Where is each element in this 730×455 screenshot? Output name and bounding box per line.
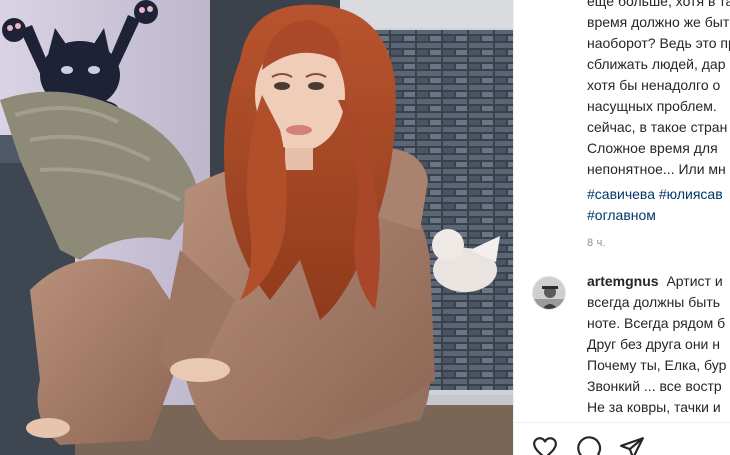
post-actions-bar: [514, 422, 730, 455]
comment-line: ноте. Всегда рядом б: [587, 315, 726, 331]
comment-line: Друг без друга они н: [587, 336, 720, 352]
post-caption: ещё больше, хотя в такое время должно же…: [587, 0, 730, 180]
post-side-panel: ещё больше, хотя в такое время должно же…: [513, 0, 730, 455]
post-image: [0, 0, 513, 455]
comment-line: Почему ты, Елка, бур: [587, 357, 727, 373]
caption-line: время должно же быть: [587, 14, 730, 30]
caption-line: непонятное... Или мн: [587, 161, 726, 177]
comment-line: Не за ковры, тачки и: [587, 399, 721, 415]
comment-username[interactable]: artemgnus: [587, 273, 659, 289]
caption-line: сейчас, в такое стран: [587, 119, 728, 135]
paper-plane-icon: [619, 435, 645, 455]
hashtag-link[interactable]: #оглавном: [587, 205, 730, 226]
post-timestamp[interactable]: 8 ч.: [587, 237, 606, 249]
like-button[interactable]: [532, 435, 558, 455]
comment-button[interactable]: [576, 435, 602, 455]
comment-first-line: artemgnus Артист и: [587, 271, 730, 292]
comment-line: всегда должны быть: [587, 294, 721, 310]
comment-text: artemgnus Артист и всегда должны быть но…: [587, 271, 730, 418]
avatar[interactable]: [532, 276, 566, 310]
caption-line: хотя бы ненадолго о: [587, 77, 721, 93]
caption-line: сближать людей, дар: [587, 56, 726, 72]
share-button[interactable]: [619, 435, 645, 455]
post-hashtags: #савичева #юлиясав #оглавном: [587, 184, 730, 226]
post-photo[interactable]: [0, 0, 513, 455]
caption-line: Сложное время для: [587, 140, 718, 156]
avatar-image: [533, 277, 565, 309]
heart-icon: [532, 435, 558, 455]
comment-first-text: Артист и: [666, 273, 723, 289]
comment-line: Звонкий ... все востр: [587, 378, 722, 394]
hashtag-link[interactable]: #савичева #юлиясав: [587, 184, 730, 205]
caption-line: наоборот? Ведь это пр: [587, 35, 730, 51]
caption-line: насущных проблем.: [587, 98, 717, 114]
comment-bubble-icon: [576, 435, 602, 455]
caption-line: ещё больше, хотя в такое: [587, 0, 730, 9]
